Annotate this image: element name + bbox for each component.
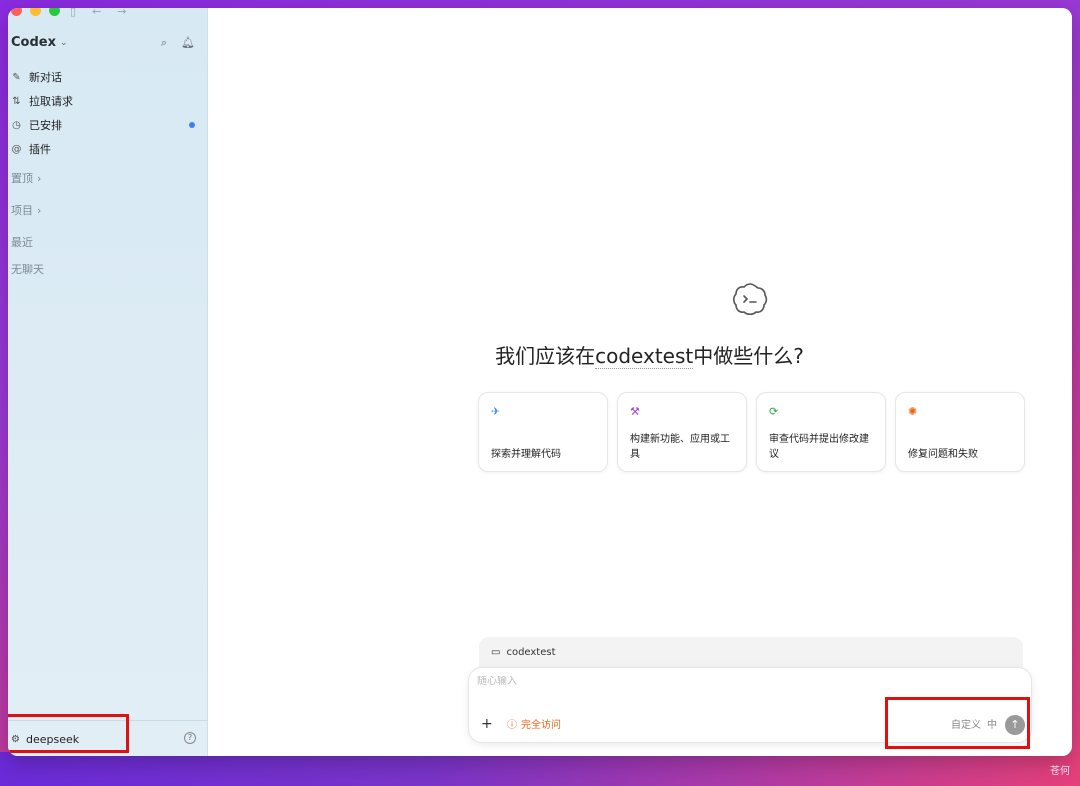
chevron-right-icon: › (37, 171, 42, 185)
card-label: 构建新功能、应用或工具 (630, 434, 730, 460)
sidebar-item-label: 已安排 (29, 119, 62, 132)
section-pinned[interactable]: 置顶 › (11, 170, 41, 186)
clock-icon: ◷ (12, 119, 21, 131)
empty-chats-text: 无聊天 (11, 261, 44, 277)
page-title: 我们应该在codextest中做些什么? (209, 340, 1072, 369)
highlight-box (8, 714, 129, 753)
desktop-background (0, 752, 1080, 786)
sidebar-item-label: 新对话 (29, 71, 62, 84)
window-controls (11, 8, 60, 16)
title-suffix: 中做些什么? (693, 344, 804, 368)
sidebar: ▯ ← → Codex ⌄ ⌕ 🔔︎ ✎ 新对话 ⇅ 拉取请求 ◷ 已安排 @ … (8, 8, 208, 756)
card-label: 审查代码并提出修改建议 (769, 434, 869, 460)
project-selector[interactable]: ▭ codextest (479, 637, 1023, 667)
sidebar-toggle-icon[interactable]: ▯ (70, 8, 76, 18)
section-label: 置顶 (11, 172, 33, 185)
empty-label: 无聊天 (11, 263, 44, 276)
pull-request-icon: ⇅ (12, 95, 21, 107)
hammer-icon: ⚒ (630, 405, 640, 418)
sidebar-item-label: 拉取请求 (29, 95, 73, 108)
unread-dot (189, 122, 195, 128)
codex-logo-icon (732, 283, 768, 316)
folder-icon: ▭ (491, 646, 501, 658)
sidebar-item-pull-requests[interactable]: ⇅ 拉取请求 (11, 89, 201, 113)
title-project[interactable]: codextest (595, 344, 694, 369)
highlight-box (885, 697, 1030, 749)
toolbar-icons: ▯ ← → (70, 8, 127, 18)
search-icon[interactable]: ⌕ (161, 36, 167, 50)
sidebar-item-scheduled[interactable]: ◷ 已安排 (11, 113, 201, 137)
sidebar-actions: ⌕ 🔔︎ (161, 36, 195, 50)
suggestion-card-review[interactable]: ⟳ 审查代码并提出修改建议 (756, 392, 886, 472)
minimize-window-button[interactable] (30, 8, 41, 16)
sidebar-nav: ✎ 新对话 ⇅ 拉取请求 ◷ 已安排 @ 插件 (11, 65, 201, 161)
section-label: 最近 (11, 236, 33, 249)
bell-icon[interactable]: 🔔︎ (181, 36, 195, 50)
bug-icon: ✺ (908, 405, 918, 418)
edit-icon: ✎ (12, 71, 21, 83)
section-label: 项目 (11, 204, 33, 217)
forward-arrow-icon[interactable]: → (117, 8, 126, 18)
project-name: codextest (506, 646, 556, 658)
sidebar-item-new-chat[interactable]: ✎ 新对话 (11, 65, 201, 89)
back-arrow-icon[interactable]: ← (92, 8, 101, 18)
app-window: ▯ ← → Codex ⌄ ⌕ 🔔︎ ✎ 新对话 ⇅ 拉取请求 ◷ 已安排 @ … (8, 8, 1072, 756)
suggestion-cards: ✈ 探索并理解代码 ⚒ 构建新功能、应用或工具 ⟳ 审查代码并提出修改建议 ✺ … (478, 392, 1025, 472)
suggestion-card-build[interactable]: ⚒ 构建新功能、应用或工具 (617, 392, 747, 472)
help-icon[interactable]: ? (184, 732, 196, 744)
section-projects[interactable]: 项目 › (11, 202, 41, 218)
chevron-right-icon: › (37, 203, 42, 217)
review-icon: ⟳ (769, 405, 779, 418)
suggestion-card-fix[interactable]: ✺ 修复问题和失败 (895, 392, 1025, 472)
sidebar-item-label: 插件 (29, 143, 51, 156)
main-panel: 我们应该在codextest中做些什么? ✈ 探索并理解代码 ⚒ 构建新功能、应… (209, 8, 1072, 756)
access-label: 完全访问 (521, 720, 561, 731)
telescope-icon: ✈ (491, 405, 501, 418)
add-attachment-button[interactable]: + (481, 716, 493, 732)
title-prefix: 我们应该在 (495, 344, 596, 368)
close-window-button[interactable] (11, 8, 22, 16)
card-label: 探索并理解代码 (491, 449, 561, 460)
app-title: Codex (11, 35, 56, 50)
access-mode-button[interactable]: ⓘ 完全访问 (507, 716, 561, 731)
card-label: 修复问题和失败 (908, 449, 978, 460)
suggestion-card-explore[interactable]: ✈ 探索并理解代码 (478, 392, 608, 472)
watermark-text: 苍何 (1050, 766, 1070, 777)
sidebar-item-plugins[interactable]: @ 插件 (11, 137, 201, 161)
chevron-down-icon: ⌄ (59, 37, 68, 48)
app-switcher[interactable]: Codex ⌄ (11, 35, 68, 50)
prompt-input[interactable] (477, 676, 977, 687)
warning-icon: ⓘ (507, 720, 517, 731)
zoom-window-button[interactable] (49, 8, 60, 16)
at-icon: @ (11, 143, 22, 155)
section-recent: 最近 (11, 234, 33, 250)
